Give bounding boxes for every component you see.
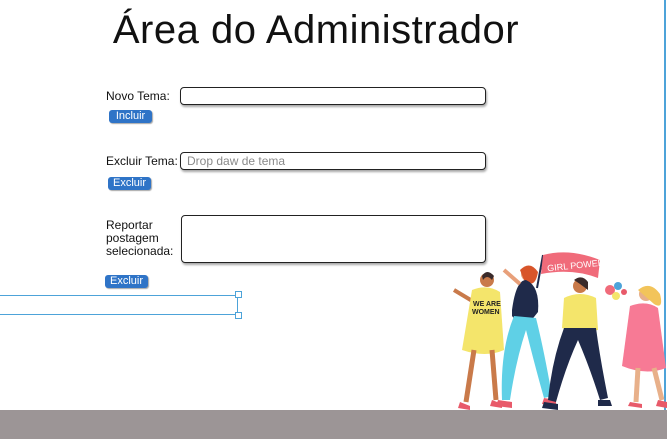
new-theme-label: Novo Tema: [106,89,170,103]
women-march-illustration: GIRL POWER WE ARE WOMEN [452,252,667,410]
new-theme-input[interactable] [180,87,486,105]
add-theme-button[interactable]: Incluir [109,110,152,123]
selection-box[interactable] [0,295,238,315]
report-post-label: Reportar postagem selecionada: [106,218,174,258]
shirt-text-line1: WE ARE [473,301,501,308]
footer-bar [0,410,667,439]
delete-theme-label: Excluir Tema: [106,154,178,168]
delete-post-button[interactable]: Excluir [105,275,148,288]
shirt-text-line2: WOMEN [472,309,500,316]
resize-handle-bottom-right[interactable] [235,312,242,319]
resize-handle-top-right[interactable] [235,291,242,298]
page-title: Área do Administrador [112,8,520,52]
delete-theme-button[interactable]: Excluir [108,177,151,190]
delete-theme-dropdown[interactable] [180,152,486,170]
